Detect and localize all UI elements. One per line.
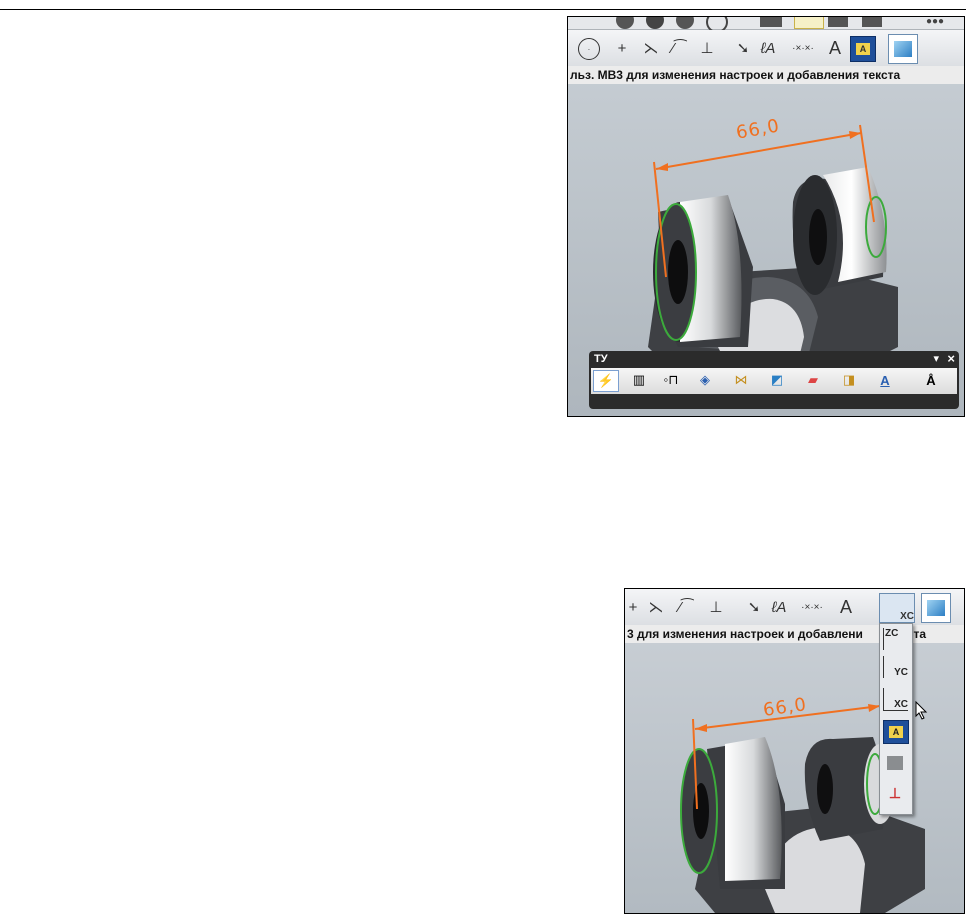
- xc-plane-icon[interactable]: XC: [879, 593, 915, 623]
- plane-dropdown: ZC YC XC A ⊥: [879, 623, 913, 815]
- text-icon[interactable]: A: [824, 38, 846, 58]
- inferred-plane-icon: [887, 756, 903, 770]
- view-cube-icon[interactable]: [888, 34, 918, 64]
- highlighted-tool-icon[interactable]: [794, 17, 824, 29]
- view-plane-option[interactable]: A: [883, 720, 909, 744]
- xc-plane-option[interactable]: XC: [883, 688, 908, 711]
- screenshot-dimension-panel: ●●● · + ⋋ ⁄⁀ ⊥ ➘ ℓA ·×·×· A A льз. MB3 д…: [567, 16, 965, 417]
- angle-icon[interactable]: ⋋: [645, 597, 667, 617]
- panel-menu-icon[interactable]: ▾: [933, 351, 939, 367]
- slope-icon[interactable]: ⁄⁀: [675, 597, 697, 617]
- csys-option[interactable]: ⊥: [883, 782, 907, 804]
- square-icon[interactable]: [862, 17, 882, 27]
- coord-icon[interactable]: ·×·×·: [797, 597, 827, 617]
- status-hint-text: 3 для изменения настроек и добавлени: [627, 627, 863, 641]
- angle-icon[interactable]: ⋋: [640, 38, 662, 58]
- text-icon[interactable]: A: [835, 597, 857, 617]
- coord-icon[interactable]: ·×·×·: [788, 38, 818, 58]
- cone-icon[interactable]: [676, 17, 694, 29]
- page-top-rule: [0, 9, 966, 10]
- more-icon[interactable]: ●●●: [920, 17, 950, 27]
- trim-icon[interactable]: ⊥: [696, 38, 718, 58]
- status-hint: 3 для изменения настроек и добавлени кста: [625, 625, 964, 643]
- status-hint: льз. MB3 для изменения настроек и добавл…: [568, 66, 964, 84]
- arrow-icon[interactable]: ➘: [732, 38, 754, 58]
- view-plane-icon: A: [889, 726, 903, 738]
- section-icon[interactable]: ◨: [839, 370, 859, 390]
- datum-feature-icon[interactable]: ▰: [803, 370, 823, 390]
- panel-tool-row: ⚡ ▥ ◦⊓ ◈ ⋈ ◩ ▰ ◨ A Å: [591, 368, 957, 394]
- box-icon[interactable]: [760, 17, 782, 27]
- view-cube-icon[interactable]: [921, 593, 951, 623]
- text-plane-icon[interactable]: A: [850, 36, 876, 62]
- trim-icon[interactable]: ⊥: [705, 597, 727, 617]
- point-icon[interactable]: +: [612, 38, 632, 58]
- chamfer-dimension-icon[interactable]: ◦⊓: [661, 370, 681, 390]
- mouse-cursor-icon: [915, 701, 928, 720]
- weld-symbol-icon[interactable]: ⋈: [731, 370, 751, 390]
- sketch-toolbar: · + ⋋ ⁄⁀ ⊥ ➘ ℓA ·×·×· A A: [568, 30, 964, 67]
- sphere-dark-icon[interactable]: [646, 17, 664, 29]
- sphere-icon[interactable]: [616, 17, 634, 29]
- zc-plane-option[interactable]: ZC: [883, 628, 908, 650]
- yc-label: YC: [894, 667, 908, 678]
- vertical-dimension-icon[interactable]: ▥: [629, 370, 649, 390]
- yc-plane-option[interactable]: YC: [883, 656, 908, 678]
- top-toolbar-icons: ●●●: [568, 17, 964, 33]
- smart-dimension-icon[interactable]: ⚡: [593, 370, 619, 392]
- xc-label: XC: [894, 699, 908, 710]
- circle-center-icon[interactable]: ·: [578, 38, 600, 60]
- sketch-toolbar-2: + ⋋ ⁄⁀ ⊥ ➘ ℓA ·×·×· A XC: [625, 589, 964, 626]
- slope-icon[interactable]: ⁄⁀: [668, 38, 690, 58]
- floating-toolbar-panel: ТУ ▾ × ⚡ ▥ ◦⊓ ◈ ⋈ ◩ ▰ ◨ A Å: [589, 351, 959, 409]
- surface-finish-icon[interactable]: ◩: [767, 370, 787, 390]
- point-icon[interactable]: +: [625, 597, 641, 617]
- edit-text-icon[interactable]: ℓA: [767, 597, 791, 617]
- panel-close-icon[interactable]: ×: [947, 351, 955, 367]
- inferred-plane-option[interactable]: [883, 752, 907, 774]
- panel-title: ТУ: [594, 353, 608, 365]
- annotation-text-icon[interactable]: A: [875, 370, 895, 390]
- text-style-icon[interactable]: Å: [921, 370, 941, 390]
- edit-text-icon[interactable]: ℓA: [756, 38, 780, 58]
- screenshot-plane-dropdown: + ⋋ ⁄⁀ ⊥ ➘ ℓA ·×·×· A XC 3 для изменения…: [624, 588, 965, 914]
- triangle-icon[interactable]: [828, 17, 848, 27]
- hole-callout-icon[interactable]: ◈: [695, 370, 715, 390]
- zc-label: ZC: [885, 628, 899, 639]
- arrow-icon[interactable]: ➘: [743, 597, 765, 617]
